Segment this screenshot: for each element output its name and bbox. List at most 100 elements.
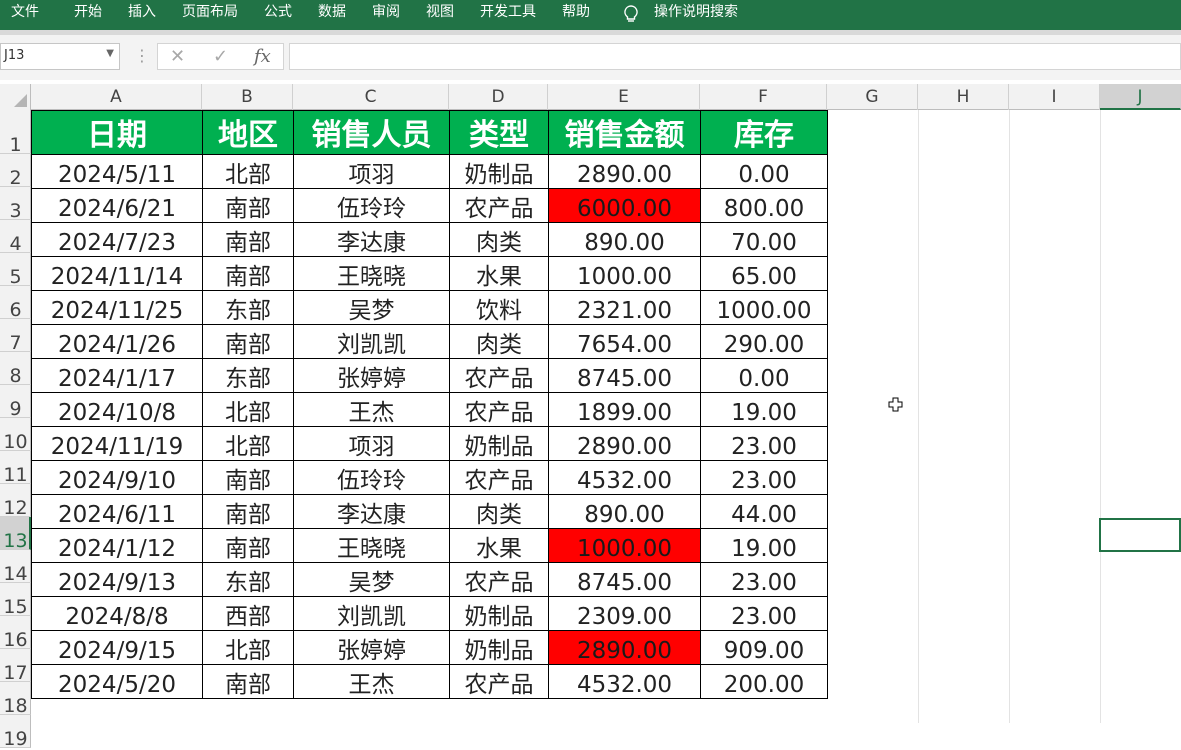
row-header-8[interactable]: 8 (0, 352, 31, 387)
cell-sales-amount[interactable]: 1000.00 (548, 256, 701, 291)
column-header-j[interactable]: J (1100, 84, 1181, 110)
lightbulb-icon[interactable] (622, 4, 640, 24)
cell-date[interactable]: 2024/1/26 (31, 324, 203, 359)
enter-icon[interactable]: ✓ (213, 46, 228, 67)
cell-date[interactable]: 2024/9/13 (31, 562, 203, 597)
cell-salesperson[interactable]: 刘凯凯 (293, 596, 450, 631)
tab-view[interactable]: 视图 (426, 3, 454, 21)
cell-sales-amount[interactable]: 2321.00 (548, 290, 701, 325)
column-header-d[interactable]: D (449, 84, 548, 110)
cell-date[interactable]: 2024/5/20 (31, 664, 203, 699)
cell-stock[interactable]: 800.00 (700, 188, 828, 223)
cell-type[interactable]: 肉类 (449, 494, 549, 529)
cell-type[interactable]: 农产品 (449, 664, 549, 699)
fx-icon[interactable]: fx (254, 46, 271, 67)
cell-region[interactable]: 东部 (202, 290, 294, 325)
cell-salesperson[interactable]: 王晓晓 (293, 528, 450, 563)
row-header-5[interactable]: 5 (0, 253, 31, 288)
cell-stock[interactable]: 0.00 (700, 154, 828, 189)
cell-stock[interactable]: 0.00 (700, 358, 828, 393)
cell-region[interactable]: 南部 (202, 256, 294, 291)
cell-date[interactable]: 2024/11/19 (31, 426, 203, 461)
cell-salesperson[interactable]: 张婷婷 (293, 358, 450, 393)
row-header-2[interactable]: 2 (0, 154, 31, 189)
row-header-13[interactable]: 13 (0, 517, 31, 552)
column-header-g[interactable]: G (827, 84, 918, 110)
row-header-12[interactable]: 12 (0, 484, 31, 519)
cell-date[interactable]: 2024/10/8 (31, 392, 203, 427)
cell-date[interactable]: 2024/11/14 (31, 256, 203, 291)
cancel-icon[interactable]: ✕ (170, 46, 185, 67)
tab-insert[interactable]: 插入 (128, 3, 156, 21)
cell-type[interactable]: 奶制品 (449, 426, 549, 461)
cell-region[interactable]: 北部 (202, 630, 294, 665)
header-cell-date[interactable]: 日期 (31, 110, 203, 155)
row-header-1[interactable]: 1 (0, 110, 31, 156)
cell-sales-amount[interactable]: 2890.00 (548, 630, 701, 665)
cell-type[interactable]: 饮料 (449, 290, 549, 325)
tab-data[interactable]: 数据 (318, 3, 346, 21)
header-cell-sales-amount[interactable]: 销售金额 (548, 110, 701, 155)
name-box[interactable]: J13 ▼ (0, 43, 120, 70)
cell-region[interactable]: 南部 (202, 222, 294, 257)
header-cell-type[interactable]: 类型 (449, 110, 549, 155)
cell-stock[interactable]: 290.00 (700, 324, 828, 359)
cell-type[interactable]: 农产品 (449, 460, 549, 495)
cell-region[interactable]: 西部 (202, 596, 294, 631)
cell-date[interactable]: 2024/6/21 (31, 188, 203, 223)
tab-review[interactable]: 审阅 (372, 3, 400, 21)
cell-type[interactable]: 水果 (449, 256, 549, 291)
row-header-6[interactable]: 6 (0, 286, 31, 321)
cell-date[interactable]: 2024/6/11 (31, 494, 203, 529)
cell-stock[interactable]: 23.00 (700, 460, 828, 495)
cell-sales-amount[interactable]: 2890.00 (548, 154, 701, 189)
cell-salesperson[interactable]: 张婷婷 (293, 630, 450, 665)
cell-stock[interactable]: 200.00 (700, 664, 828, 699)
row-header-19[interactable]: 19 (0, 715, 31, 750)
tab-developer[interactable]: 开发工具 (480, 3, 536, 21)
cell-region[interactable]: 南部 (202, 494, 294, 529)
cell-sales-amount[interactable]: 7654.00 (548, 324, 701, 359)
cell-type[interactable]: 奶制品 (449, 154, 549, 189)
cell-sales-amount[interactable]: 890.00 (548, 494, 701, 529)
cell-date[interactable]: 2024/1/17 (31, 358, 203, 393)
tab-page-layout[interactable]: 页面布局 (182, 3, 238, 21)
cell-date[interactable]: 2024/1/12 (31, 528, 203, 563)
cell-date[interactable]: 2024/9/10 (31, 460, 203, 495)
active-cell-j13[interactable] (1099, 518, 1181, 552)
cell-sales-amount[interactable]: 890.00 (548, 222, 701, 257)
column-header-h[interactable]: H (918, 84, 1009, 110)
cell-salesperson[interactable]: 项羽 (293, 154, 450, 189)
cell-stock[interactable]: 909.00 (700, 630, 828, 665)
cell-region[interactable]: 南部 (202, 460, 294, 495)
column-header-a[interactable]: A (31, 84, 202, 110)
row-header-17[interactable]: 17 (0, 649, 31, 684)
column-header-b[interactable]: B (202, 84, 293, 110)
cell-stock[interactable]: 70.00 (700, 222, 828, 257)
cell-salesperson[interactable]: 刘凯凯 (293, 324, 450, 359)
row-header-11[interactable]: 11 (0, 451, 31, 486)
cell-sales-amount[interactable]: 1000.00 (548, 528, 701, 563)
column-header-e[interactable]: E (548, 84, 700, 110)
cell-salesperson[interactable]: 李达康 (293, 494, 450, 529)
cell-region[interactable]: 北部 (202, 392, 294, 427)
cell-salesperson[interactable]: 王杰 (293, 392, 450, 427)
cell-sales-amount[interactable]: 8745.00 (548, 358, 701, 393)
cell-salesperson[interactable]: 伍玲玲 (293, 460, 450, 495)
cell-region[interactable]: 北部 (202, 426, 294, 461)
cell-date[interactable]: 2024/8/8 (31, 596, 203, 631)
cell-region[interactable]: 北部 (202, 154, 294, 189)
cell-region[interactable]: 东部 (202, 358, 294, 393)
column-header-i[interactable]: I (1009, 84, 1100, 110)
cell-type[interactable]: 奶制品 (449, 630, 549, 665)
cell-sales-amount[interactable]: 1899.00 (548, 392, 701, 427)
cell-region[interactable]: 南部 (202, 528, 294, 563)
header-cell-region[interactable]: 地区 (202, 110, 294, 155)
tab-file[interactable]: 文件 (11, 3, 39, 21)
cell-salesperson[interactable]: 吴梦 (293, 562, 450, 597)
cell-sales-amount[interactable]: 6000.00 (548, 188, 701, 223)
cell-type[interactable]: 水果 (449, 528, 549, 563)
cell-salesperson[interactable]: 吴梦 (293, 290, 450, 325)
chevron-down-icon[interactable]: ▼ (106, 48, 114, 59)
cell-region[interactable]: 东部 (202, 562, 294, 597)
